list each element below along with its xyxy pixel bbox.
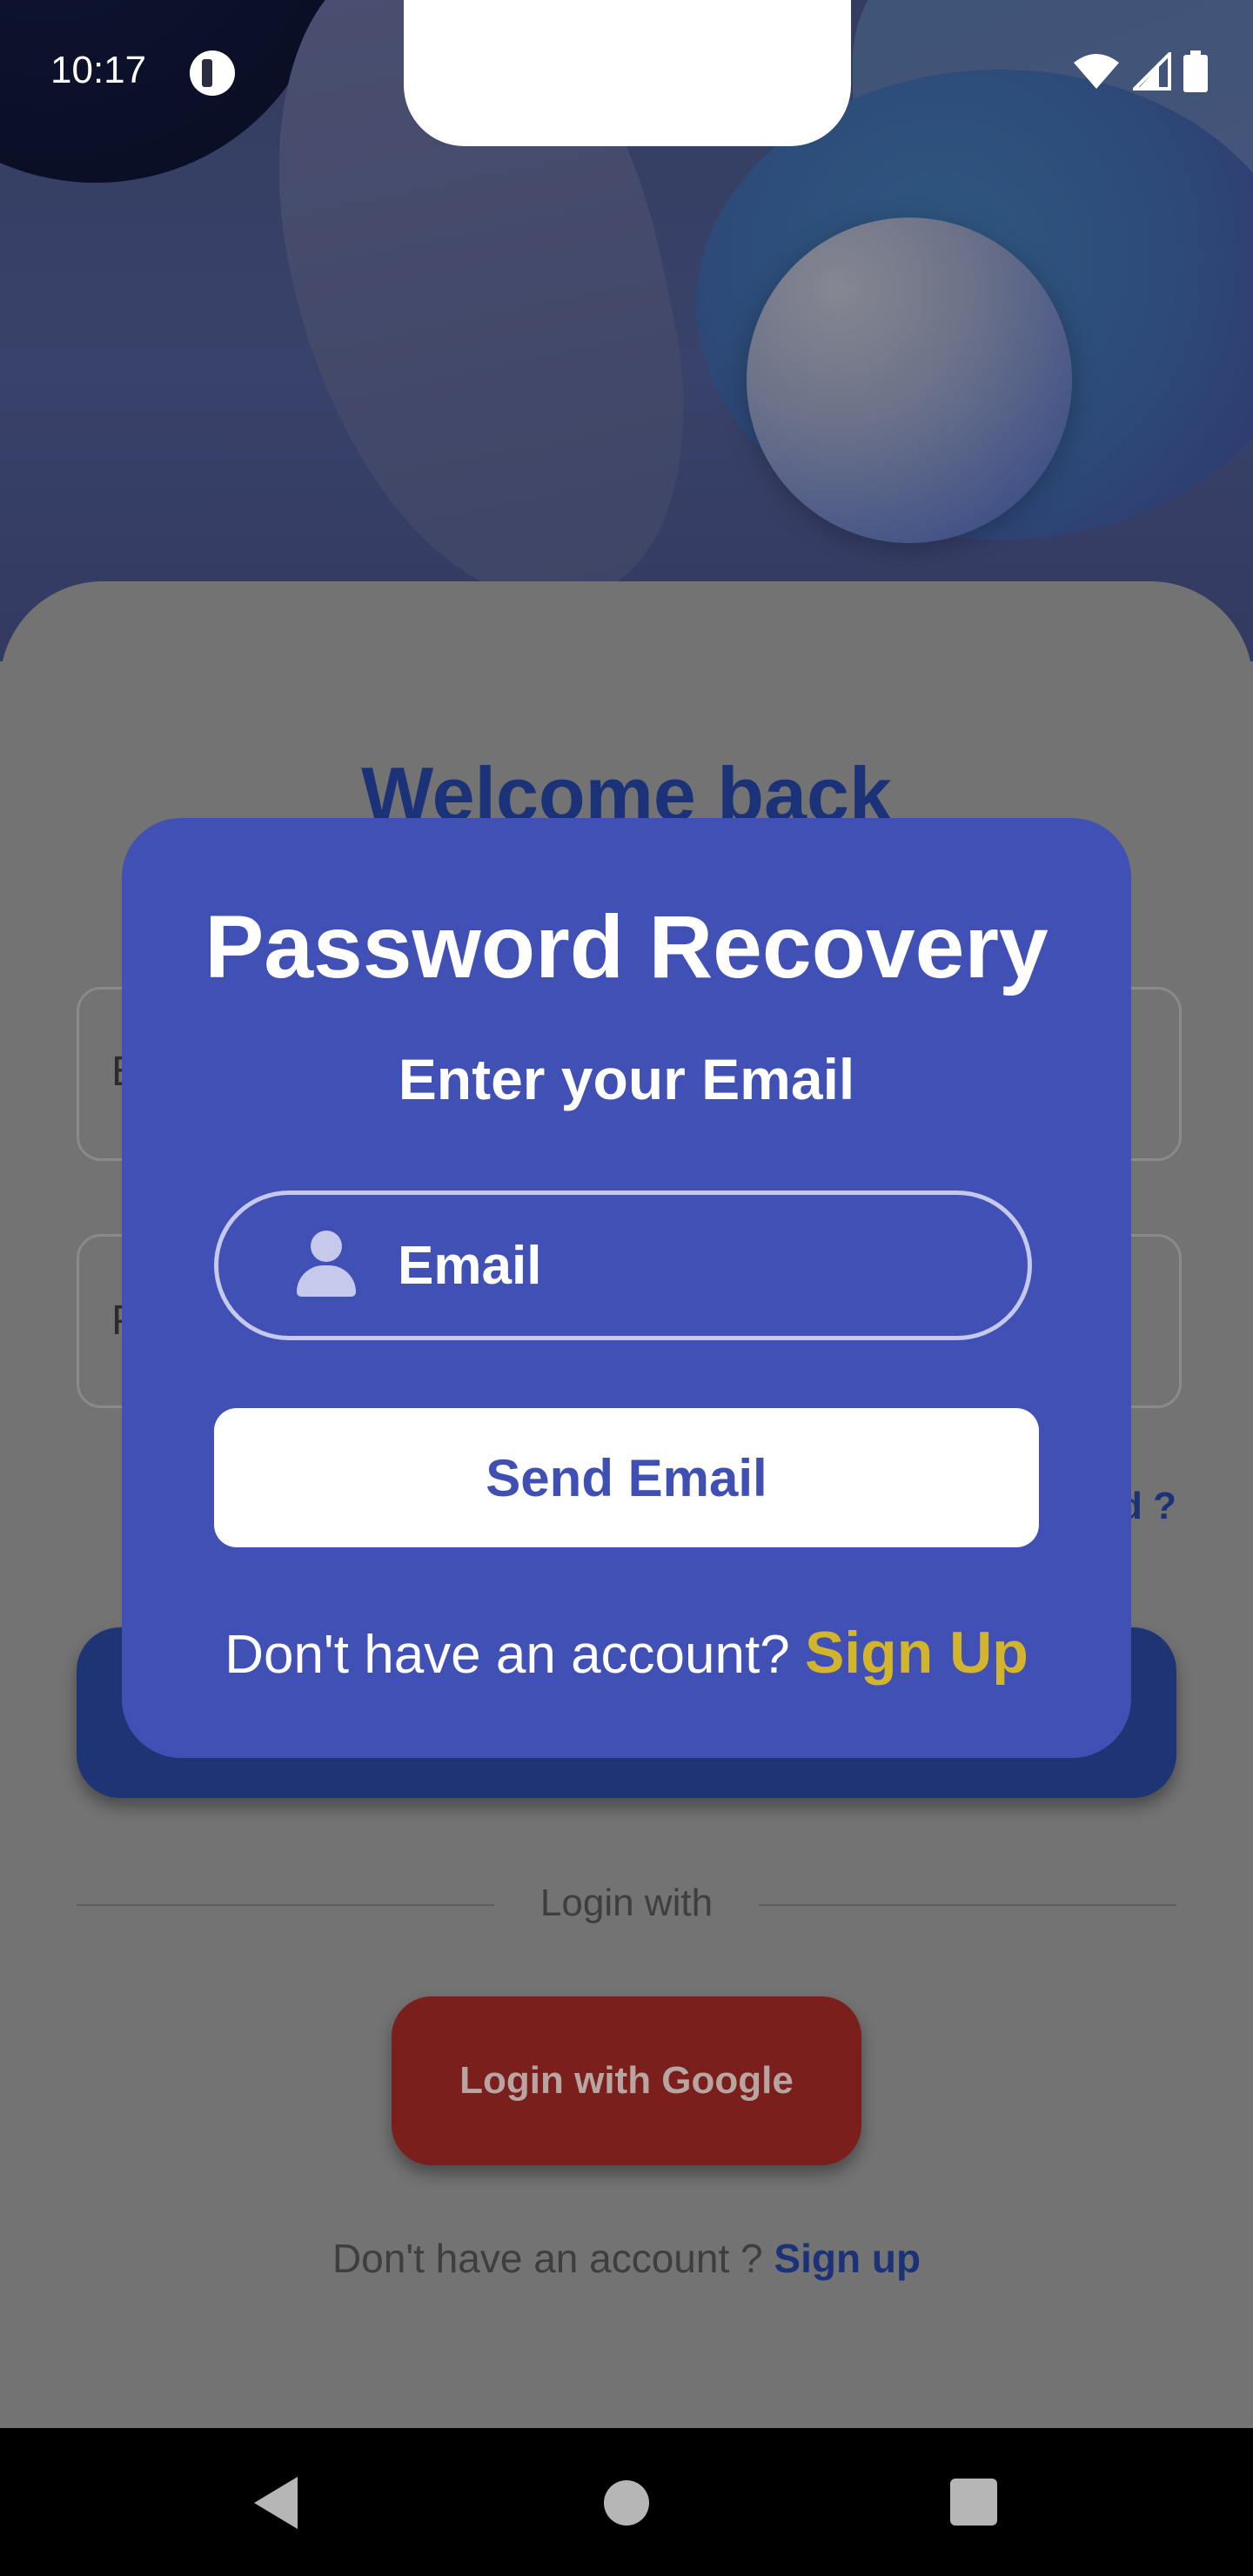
status-icons <box>1072 50 1208 92</box>
dialog-signup-link[interactable]: Sign Up <box>805 1620 1029 1686</box>
status-time: 10:17 <box>50 49 147 91</box>
signup-prompt: Don't have an account ? Sign up <box>0 2235 1253 2282</box>
login-with-label: Login with <box>539 1882 714 1924</box>
signup-prompt-text: Don't have an account ? <box>332 2236 774 2281</box>
send-email-button[interactable]: Send Email <box>214 1408 1039 1547</box>
recent-apps-icon[interactable] <box>950 2479 997 2526</box>
google-login-label: Login with Google <box>459 2059 794 2102</box>
password-recovery-dialog: Password Recovery Enter your Email Email… <box>122 818 1131 1758</box>
wifi-icon <box>1074 54 1119 89</box>
email-input[interactable]: Email <box>214 1191 1032 1340</box>
home-icon[interactable] <box>604 2480 649 2526</box>
signal-icon <box>1133 52 1171 91</box>
app-notification-icon <box>190 50 235 96</box>
dialog-title: Password Recovery <box>204 897 1049 996</box>
signup-link[interactable]: Sign up <box>774 2236 921 2281</box>
google-login-button[interactable]: Login with Google <box>392 1996 861 2165</box>
back-icon[interactable] <box>254 2477 298 2529</box>
battery-icon <box>1183 50 1208 92</box>
send-email-label: Send Email <box>486 1448 767 1507</box>
email-input-placeholder: Email <box>398 1235 542 1296</box>
dialog-footer: Don't have an account? Sign Up <box>122 1619 1131 1687</box>
dialog-subtitle: Enter your Email <box>398 1047 855 1111</box>
camera-notch <box>404 0 851 146</box>
dialog-footer-text: Don't have an account? <box>224 1625 805 1685</box>
decorative-sphere <box>747 218 1072 543</box>
person-icon <box>291 1231 358 1300</box>
